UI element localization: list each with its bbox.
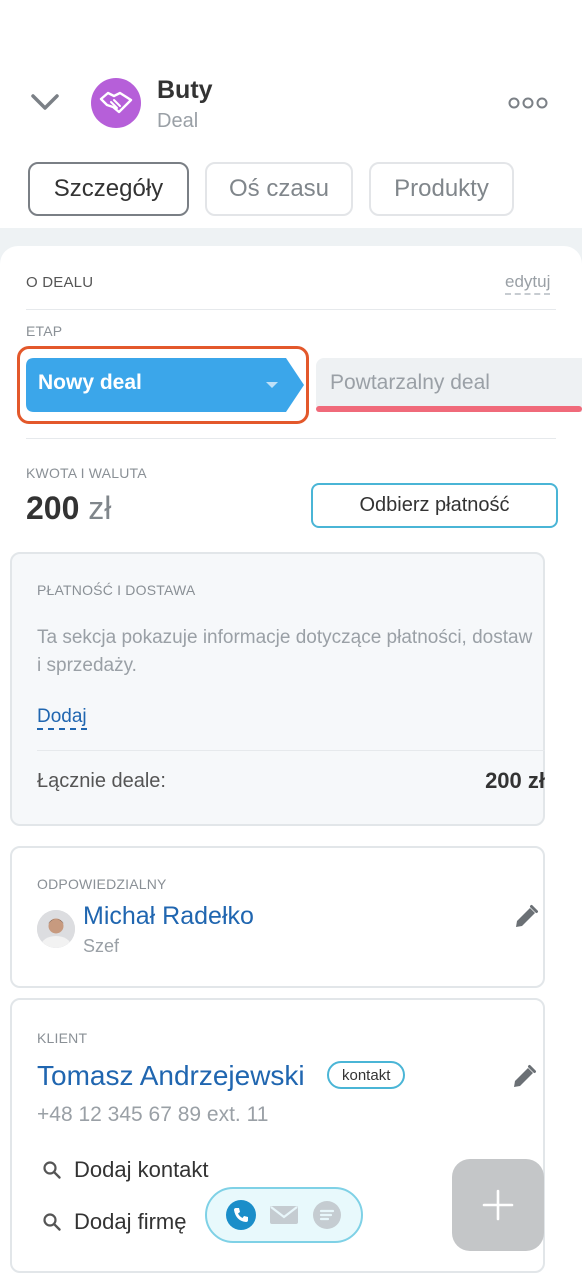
total-deals-value: 200 zł	[485, 768, 545, 793]
stage-label: ETAP	[26, 323, 63, 339]
receive-payment-button[interactable]: Odbierz płatność	[311, 483, 558, 528]
tab-produkty[interactable]: Produkty	[369, 162, 514, 216]
payment-delivery-label: PŁATNOŚĆ I DOSTAWA	[37, 582, 196, 598]
divider	[26, 309, 556, 310]
edit-pencil-icon[interactable]	[511, 1064, 537, 1090]
amount-label: KWOTA I WALUTA	[26, 465, 147, 481]
client-label: KLIENT	[37, 1030, 88, 1046]
deal-title: Buty	[157, 76, 213, 104]
avatar	[37, 910, 75, 948]
handshake-icon	[91, 78, 141, 128]
phone-icon[interactable]	[225, 1199, 257, 1231]
contact-badge: kontakt	[327, 1061, 406, 1089]
tab-os-czasu[interactable]: Oś czasu	[205, 162, 353, 216]
add-fab-button[interactable]	[452, 1159, 544, 1251]
mail-icon[interactable]	[268, 1203, 300, 1227]
add-company-button[interactable]: Dodaj firmę	[42, 1207, 186, 1237]
divider	[37, 750, 545, 751]
responsible-label: ODPOWIEDZIALNY	[37, 876, 167, 892]
section-title: O DEALU	[26, 274, 94, 291]
add-company-label: Dodaj firmę	[74, 1209, 187, 1234]
search-icon	[43, 1161, 61, 1179]
amount-currency: zł	[88, 490, 112, 526]
chevron-down-icon[interactable]	[28, 88, 62, 118]
client-name[interactable]: Tomasz Andrzejewski	[37, 1060, 305, 1092]
responsible-name[interactable]: Michał Radełko	[83, 902, 254, 931]
deal-subtitle: Deal	[157, 110, 199, 132]
add-contact-label: Dodaj kontakt	[74, 1157, 209, 1182]
edit-pencil-icon[interactable]	[513, 904, 539, 930]
stage-current-label: Nowy deal	[38, 371, 142, 394]
responsible-role: Szef	[83, 936, 120, 956]
chat-icon[interactable]	[311, 1199, 343, 1231]
payment-delivery-description: Ta sekcja pokazuje informacje dotyczące …	[37, 627, 533, 676]
total-deals-label: Łącznie deale:	[37, 770, 166, 792]
divider	[26, 438, 556, 439]
client-phone[interactable]: +48 12 345 67 89 ext. 11	[37, 1103, 268, 1127]
amount-number: 200	[26, 490, 80, 526]
more-horizontal-icon[interactable]	[508, 96, 548, 110]
add-payment-link[interactable]: Dodaj	[37, 706, 87, 730]
add-contact-button[interactable]: Dodaj kontakt	[42, 1155, 209, 1185]
tab-szczegoly[interactable]: Szczegóły	[28, 162, 189, 216]
edit-link[interactable]: edytuj	[505, 272, 551, 295]
stage-next-indicator	[316, 406, 582, 412]
stage-next-label: Powtarzalny deal	[330, 371, 490, 394]
plus-icon	[482, 1189, 514, 1221]
search-icon	[43, 1213, 61, 1231]
communication-bar	[205, 1187, 363, 1243]
deal-header: Buty Deal Szczegóły Oś czasu Produkty	[0, 0, 582, 230]
amount-value: 200 zł	[26, 490, 111, 527]
